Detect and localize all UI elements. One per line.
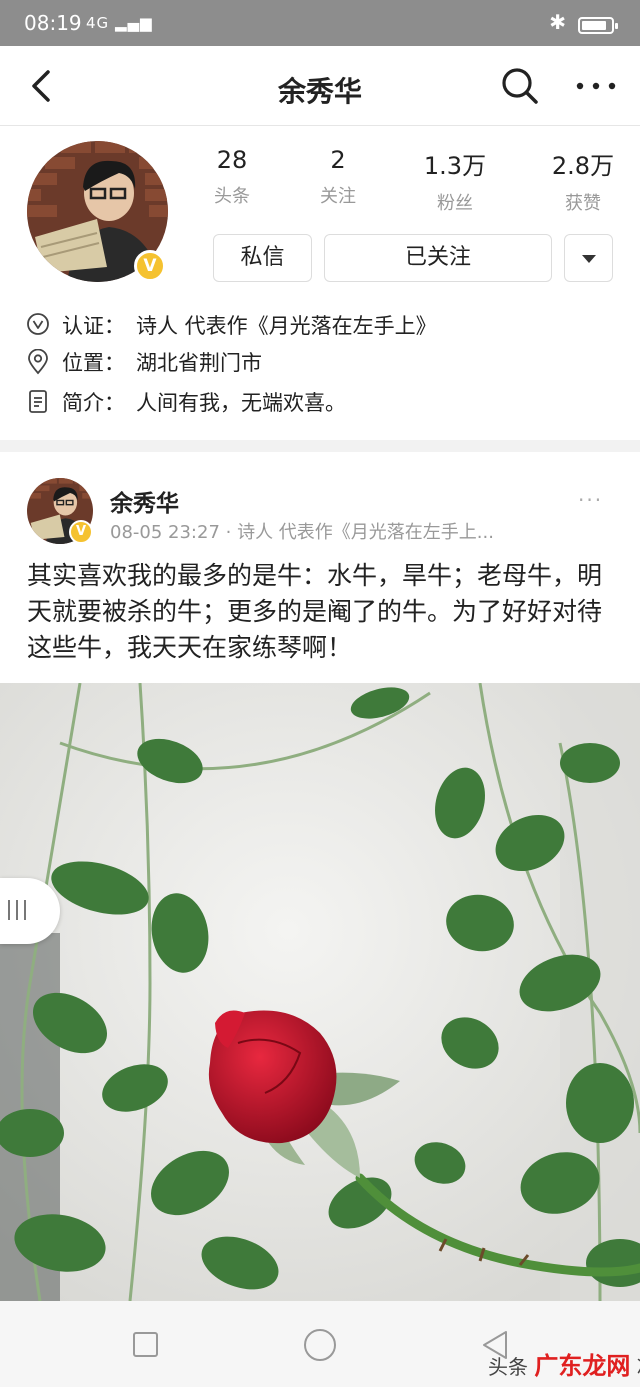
- dropdown-button[interactable]: [564, 234, 613, 282]
- more-options-icon[interactable]: [574, 66, 618, 106]
- stat-value: 28: [216, 146, 248, 174]
- stat-value: 1.3万: [423, 152, 487, 180]
- post-author-name[interactable]: 余秀华: [110, 484, 179, 518]
- info-value: 人间有我，无端欢喜。: [136, 391, 346, 415]
- post-meta: 08-05 23:27 · 诗人 代表作《月光落在左手上...: [110, 522, 494, 543]
- verified-badge-icon: V: [69, 520, 93, 544]
- stat-followers[interactable]: 1.3万 粉丝: [405, 146, 505, 215]
- post-more-icon[interactable]: ···: [578, 488, 603, 512]
- page-title: 余秀华: [277, 75, 362, 108]
- signal-icon: 4G ▂▄▆: [86, 14, 153, 32]
- battery-icon: [578, 17, 618, 34]
- stat-label: 粉丝: [437, 193, 473, 214]
- stat-label: 获赞: [565, 193, 601, 214]
- network-type: 4G: [86, 14, 110, 32]
- profile-page: 08:19 4G ▂▄▆ ✱ 余秀华 V 28 头条 2 关注 1.3万 粉丝 …: [0, 0, 640, 1387]
- handle-grip-icon: [24, 900, 26, 920]
- document-icon: [29, 390, 47, 413]
- watermark-brand: 广东龙网: [534, 1352, 631, 1380]
- top-nav-bar: 余秀华: [0, 46, 640, 126]
- info-label: 简介：: [62, 391, 125, 415]
- location-icon: [28, 349, 48, 375]
- info-label: 认证：: [62, 314, 125, 338]
- stat-label: 头条: [214, 186, 250, 207]
- watermark-prefix: 头条: [488, 1355, 528, 1379]
- handle-grip-icon: [16, 900, 18, 920]
- follow-button[interactable]: 已关注: [324, 234, 552, 282]
- watermark: 头条 广东龙网 冰: [488, 1346, 640, 1381]
- stat-value: 2.8万: [551, 152, 615, 180]
- info-value: 湖北省荆门市: [136, 351, 262, 375]
- post-text[interactable]: 其实喜欢我的最多的是牛：水牛，旱牛；老母牛，明天就要被杀的牛；更多的是阉了的牛。…: [27, 558, 617, 666]
- search-icon[interactable]: [500, 66, 540, 106]
- info-bio: 简介： 人间有我，无端欢喜。: [26, 387, 426, 417]
- verified-badge-icon: V: [134, 250, 166, 282]
- verified-icon: [27, 313, 49, 335]
- stat-articles[interactable]: 28 头条: [182, 146, 282, 208]
- status-time: 08:19: [24, 11, 82, 35]
- message-button[interactable]: 私信: [213, 234, 312, 282]
- info-location: 位置： 湖北省荆门市: [26, 347, 426, 377]
- info-certification: 认证： 诗人 代表作《月光落在左手上》: [26, 310, 526, 340]
- bluetooth-icon: ✱: [549, 10, 566, 34]
- home-icon[interactable]: [304, 1329, 336, 1361]
- section-divider: [0, 440, 640, 452]
- info-value: 诗人 代表作《月光落在左手上》: [136, 314, 437, 338]
- stat-value: 2: [330, 146, 346, 174]
- handle-grip-icon: [8, 900, 10, 920]
- stat-likes[interactable]: 2.8万 获赞: [533, 146, 633, 215]
- post-image-rose[interactable]: [0, 683, 640, 1301]
- info-label: 位置：: [62, 351, 125, 375]
- recent-apps-icon[interactable]: [133, 1332, 158, 1357]
- status-bar: 08:19 4G ▂▄▆ ✱: [0, 0, 640, 46]
- stat-following[interactable]: 2 关注: [288, 146, 388, 208]
- stat-label: 关注: [320, 186, 356, 207]
